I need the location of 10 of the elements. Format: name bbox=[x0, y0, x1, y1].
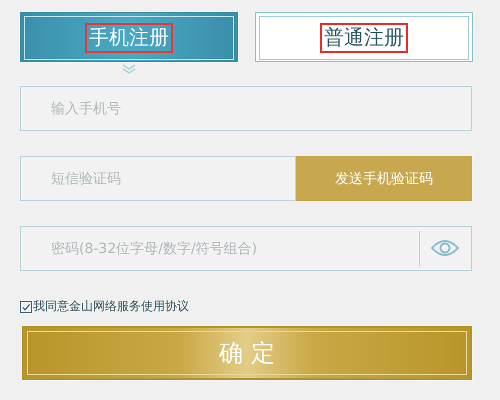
sms-code-field[interactable]: 短信验证码 bbox=[20, 156, 296, 201]
agreement-label: 我同意金山网络服务使用协议 bbox=[33, 298, 189, 315]
checkbox[interactable] bbox=[20, 300, 32, 312]
chevron-down-icon bbox=[122, 64, 136, 74]
tab[interactable]: 普通注册 bbox=[255, 12, 473, 62]
tab[interactable]: 手机注册 bbox=[20, 12, 238, 62]
send-code-button[interactable]: 发送手机验证码 bbox=[296, 156, 472, 201]
password-field[interactable]: 密码(8-32位字母/数字/符号组合) bbox=[20, 226, 472, 271]
confirm-button[interactable]: 确 定 bbox=[22, 326, 472, 380]
phone-field[interactable]: 输入手机号 bbox=[20, 86, 472, 131]
